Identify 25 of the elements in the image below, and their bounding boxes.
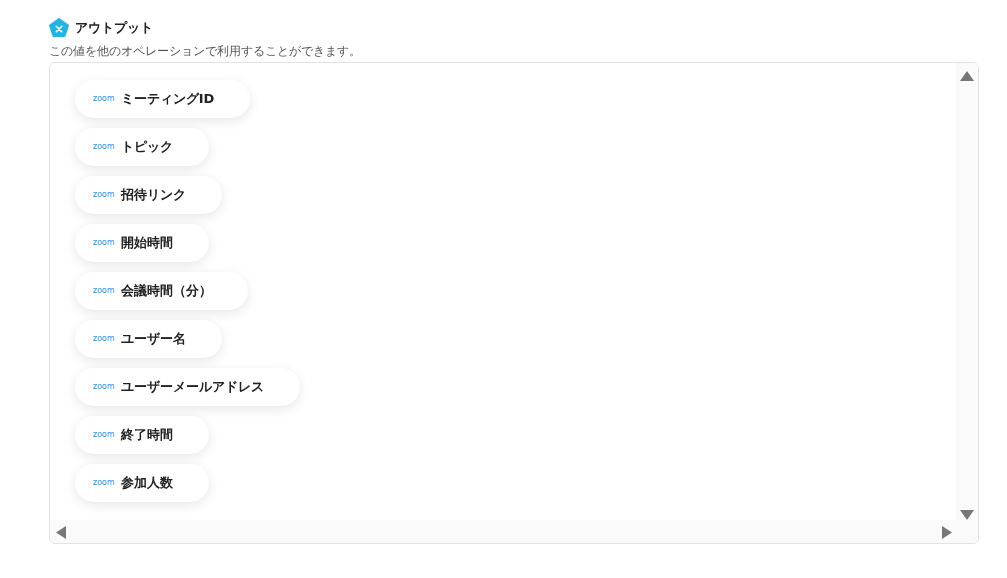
description-text: この値を他のオペレーションで利用することができます。 (49, 44, 362, 59)
zoom-logo: zoom (93, 143, 115, 151)
zoom-logo: zoom (93, 191, 115, 199)
zoom-logo: zoom (93, 479, 115, 487)
output-chip[interactable]: zoom 会議時間（分） (75, 272, 248, 310)
scroll-up-icon[interactable] (960, 71, 974, 81)
output-chip[interactable]: zoom ミーティングID (75, 80, 251, 118)
x-badge-icon (49, 18, 69, 38)
output-chip[interactable]: zoom 参加人数 (75, 464, 209, 502)
output-chip[interactable]: zoom ユーザー名 (75, 320, 222, 358)
scroll-left-icon[interactable] (56, 526, 66, 539)
horizontal-scrollbar[interactable] (50, 520, 978, 543)
section-title: アウトプット (75, 19, 153, 38)
scroll-right-icon[interactable] (942, 526, 952, 539)
zoom-logo: zoom (93, 239, 115, 247)
output-chip[interactable]: zoom 開始時間 (75, 224, 209, 262)
output-chip[interactable]: zoom ユーザーメールアドレス (75, 368, 300, 406)
output-chip[interactable]: zoom 招待リンク (75, 176, 222, 214)
zoom-logo: zoom (93, 287, 115, 295)
zoom-logo: zoom (93, 431, 115, 439)
zoom-logo: zoom (93, 383, 115, 391)
output-chip[interactable]: zoom 終了時間 (75, 416, 209, 454)
zoom-logo: zoom (93, 95, 115, 103)
output-chip[interactable]: zoom トピック (75, 128, 209, 166)
zoom-logo: zoom (93, 335, 115, 343)
